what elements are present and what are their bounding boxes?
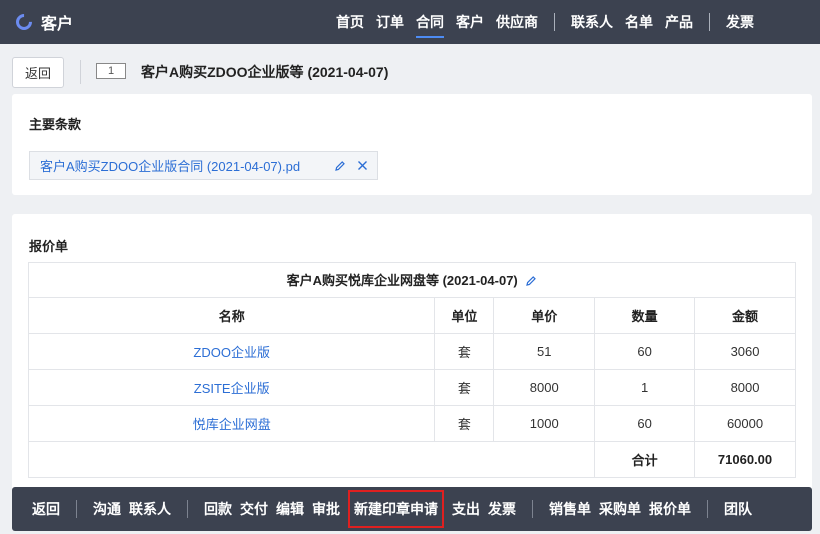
close-icon[interactable] [355, 159, 369, 173]
quantity-cell: 60 [594, 405, 696, 442]
action-expense-button[interactable]: 支出 [452, 487, 480, 531]
column-header-name: 名称 [27, 297, 436, 334]
pencil-icon[interactable] [525, 275, 537, 290]
product-name-link[interactable]: 悦库企业网盘 [27, 405, 436, 442]
main-terms-card: 主要条款 客户A购买ZDOO企业版合同 (2021-04-07).pd [12, 94, 812, 195]
unit-cell: 套 [434, 369, 495, 406]
action-sales-order-button[interactable]: 销售单 [549, 487, 591, 531]
table-row: ZDOO企业版 套 51 60 3060 [27, 333, 796, 370]
total-row: 合计 71060.00 [27, 441, 796, 478]
main-terms-title: 主要条款 [29, 117, 82, 132]
attachment-link[interactable]: 客户A购买ZDOO企业版合同 (2021-04-07).pd [40, 156, 333, 175]
total-value: 71060.00 [694, 441, 796, 478]
main-nav: 首页 订单 合同 客户 供应商 联系人 名单 产品 发票 [330, 0, 760, 44]
action-contact-button[interactable]: 联系人 [129, 487, 171, 531]
price-cell: 8000 [493, 369, 596, 406]
action-approve-button[interactable]: 审批 [312, 487, 340, 531]
action-invoice-button[interactable]: 发票 [488, 487, 516, 531]
product-name-link[interactable]: ZSITE企业版 [27, 369, 436, 406]
column-header-price: 单价 [493, 297, 596, 334]
quantity-cell: 1 [594, 369, 696, 406]
action-new-seal-request-button[interactable]: 新建印章申请 [348, 490, 444, 528]
total-label: 合计 [594, 441, 696, 478]
action-divider [187, 500, 188, 518]
nav-divider [554, 13, 555, 31]
app-logo-icon [12, 10, 36, 34]
header-divider [80, 60, 81, 84]
column-header-amount: 金额 [694, 297, 796, 334]
nav-item-suppliers[interactable]: 供应商 [496, 0, 538, 44]
table-row: 悦库企业网盘 套 1000 60 60000 [27, 405, 796, 442]
quote-title: 报价单 [29, 239, 69, 254]
action-divider [707, 500, 708, 518]
table-header-row: 名称 单位 单价 数量 金额 [27, 297, 796, 334]
amount-cell: 3060 [694, 333, 796, 370]
app-name: 客户 [41, 16, 74, 33]
nav-item-customers[interactable]: 客户 [456, 0, 484, 44]
nav-item-home[interactable]: 首页 [336, 0, 364, 44]
quote-card: 报价单 客户A购买悦库企业网盘等 (2021-04-07) 名称 单位 单价 数… [12, 214, 812, 494]
action-communicate-button[interactable]: 沟通 [93, 487, 121, 531]
action-back-button[interactable]: 返回 [32, 487, 60, 531]
attachment-item: 客户A购买ZDOO企业版合同 (2021-04-07).pd [29, 151, 378, 180]
table-row: ZSITE企业版 套 8000 1 8000 [27, 369, 796, 406]
column-header-unit: 单位 [434, 297, 495, 334]
action-quote-order-button[interactable]: 报价单 [649, 487, 691, 531]
action-divider [532, 500, 533, 518]
brand[interactable]: 客户 [12, 0, 74, 44]
action-purchase-order-button[interactable]: 采购单 [599, 487, 641, 531]
nav-item-contacts[interactable]: 联系人 [571, 0, 613, 44]
price-cell: 51 [493, 333, 596, 370]
quote-caption: 客户A购买悦库企业网盘等 (2021-04-07) [286, 273, 518, 289]
unit-cell: 套 [434, 333, 495, 370]
nav-item-orders[interactable]: 订单 [376, 0, 404, 44]
page-title: 客户A购买ZDOO企业版等 (2021-04-07) [141, 64, 389, 80]
action-divider [76, 500, 77, 518]
pencil-icon[interactable] [333, 159, 347, 173]
action-team-button[interactable]: 团队 [724, 487, 752, 531]
action-bar: 返回 沟通 联系人 回款 交付 编辑 审批 新建印章申请 支出 发票 销售单 采… [12, 487, 812, 531]
nav-item-invoices[interactable]: 发票 [726, 0, 754, 44]
amount-cell: 8000 [694, 369, 796, 406]
unit-cell: 套 [434, 405, 495, 442]
quote-caption-row: 客户A购买悦库企业网盘等 (2021-04-07) [28, 262, 796, 298]
amount-cell: 60000 [694, 405, 796, 442]
action-deliver-button[interactable]: 交付 [240, 487, 268, 531]
nav-item-leads[interactable]: 名单 [625, 0, 653, 44]
top-navbar: 客户 首页 订单 合同 客户 供应商 联系人 名单 产品 发票 [0, 0, 820, 44]
back-button[interactable]: 返回 [12, 57, 64, 88]
action-payment-back-button[interactable]: 回款 [204, 487, 232, 531]
price-cell: 1000 [493, 405, 596, 442]
nav-item-products[interactable]: 产品 [665, 0, 693, 44]
column-header-quantity: 数量 [594, 297, 696, 334]
quantity-cell: 60 [594, 333, 696, 370]
quote-table: 客户A购买悦库企业网盘等 (2021-04-07) 名称 单位 单价 数量 金额… [27, 262, 796, 478]
record-id-badge: 1 [96, 63, 126, 79]
nav-item-contracts[interactable]: 合同 [416, 0, 444, 44]
product-name-link[interactable]: ZDOO企业版 [27, 333, 436, 370]
nav-divider [709, 13, 710, 31]
action-edit-button[interactable]: 编辑 [276, 487, 304, 531]
